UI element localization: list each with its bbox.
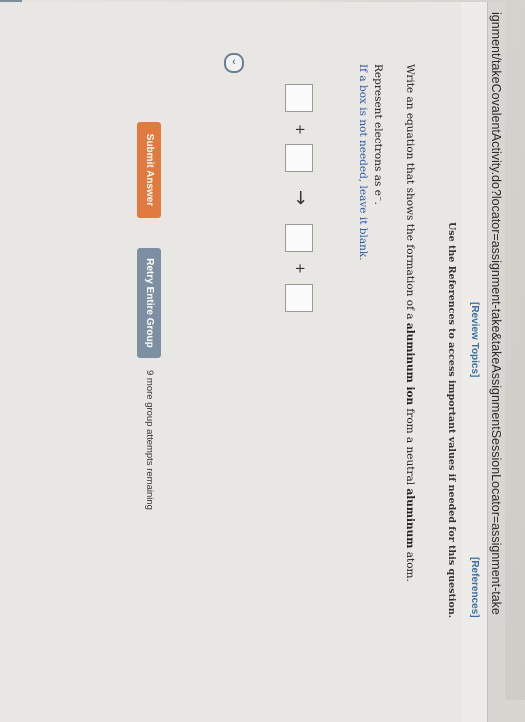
browser-page: ignment/takeCovalentActivity.do?locator=…	[0, 2, 505, 722]
question-middle: from a neutral	[404, 405, 416, 489]
reactant-box-2[interactable]	[285, 144, 313, 172]
instruction-electrons: Represent electrons as e⁻.	[372, 64, 384, 205]
question-suffix: atom.	[404, 548, 416, 582]
retry-group-button[interactable]: Retry Entire Group	[137, 248, 161, 358]
reference-note: Use the References to access important v…	[446, 222, 457, 619]
question-text: Write an equation that shows the formati…	[404, 64, 416, 582]
instructions: Represent electrons as e⁻. If a box is n…	[355, 64, 385, 261]
question-bold-atom: aluminum	[404, 488, 416, 549]
question-prefix: Write an equation that shows the formati…	[404, 64, 416, 323]
question-bold-ion: aluminum ion	[404, 322, 416, 406]
product-box-1[interactable]	[285, 224, 313, 252]
references-link[interactable]: [References]	[469, 557, 480, 618]
review-topics-link[interactable]: [Review Topics]	[469, 302, 480, 377]
chevron-left-icon[interactable]: ‹	[224, 53, 244, 73]
address-bar[interactable]: ignment/takeCovalentActivity.do?locator=…	[487, 2, 505, 722]
plus-sign: +	[292, 124, 307, 135]
product-box-2[interactable]	[285, 284, 313, 312]
question-panel: Use the References to access important v…	[0, 2, 461, 722]
instruction-blank: If a box is not needed, leave it blank.	[357, 64, 369, 261]
reactant-box-1[interactable]	[285, 84, 313, 112]
question-nav: [Review Topics] [References]	[460, 2, 487, 722]
plus-sign: +	[292, 263, 307, 274]
submit-answer-button[interactable]: Submit Answer	[137, 122, 161, 218]
reaction-arrow-icon: →	[290, 190, 311, 206]
attempts-remaining: 9 more group attempts remaining	[144, 370, 155, 510]
